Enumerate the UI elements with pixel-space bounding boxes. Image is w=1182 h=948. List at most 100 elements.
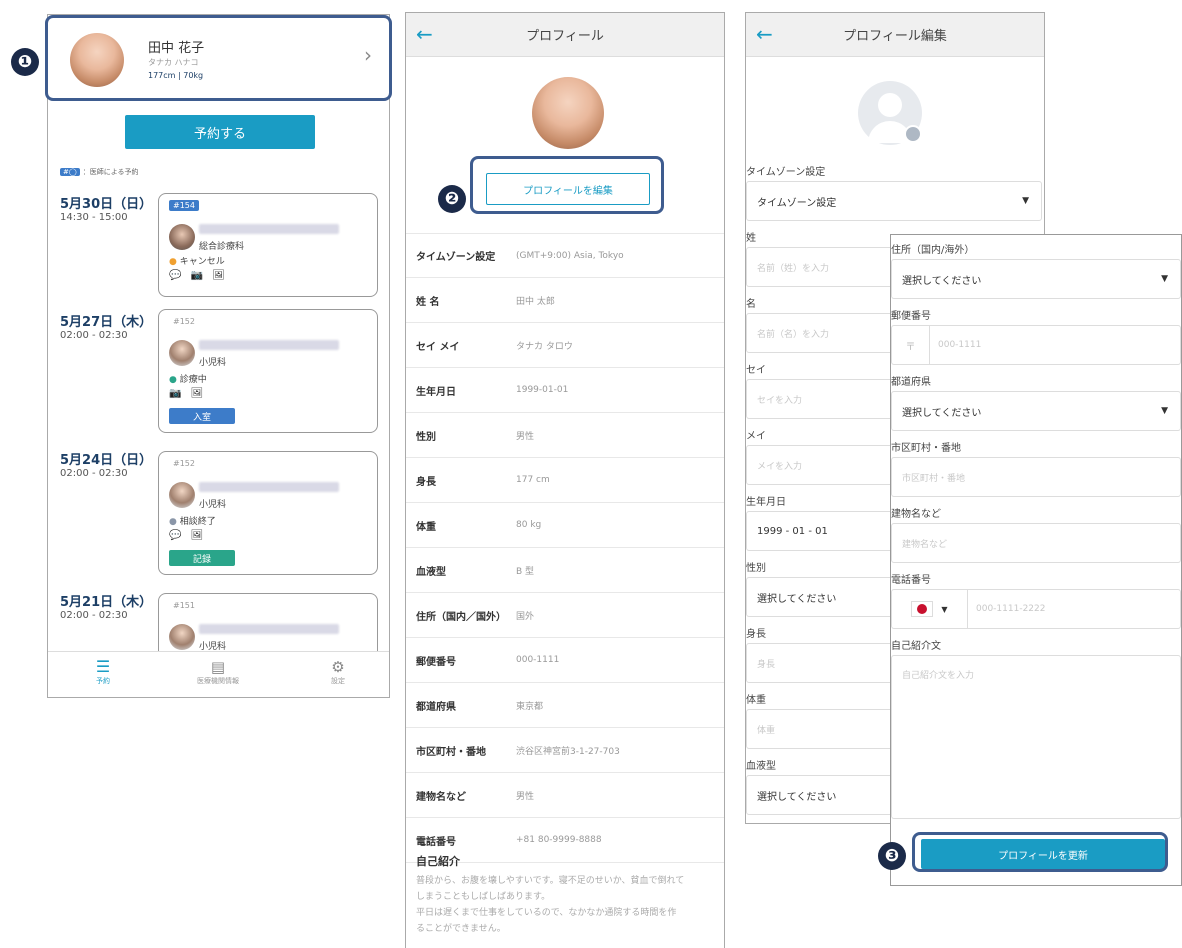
list-icon: ☰: [95, 657, 111, 676]
placeholder: 市区町村・番地: [902, 473, 966, 484]
intro-line: 平日は遅くまで仕事をしているので、なかなか通院する時間を作: [416, 908, 677, 918]
attachment-icons: 💬 📷 🖼: [169, 270, 225, 281]
placeholder: 名前（姓）を入力: [757, 263, 830, 274]
legend-tag: #◯: [60, 168, 80, 176]
detail-value: 男性: [516, 431, 535, 442]
legend-text: ：医師による予約: [82, 168, 139, 176]
detail-label: 体重: [416, 521, 436, 533]
placeholder: 000-1111-2222: [976, 604, 1046, 614]
select-value: 選択してください: [902, 275, 982, 287]
appointment-card[interactable]: #152 小児科 ● 相談終了 💬 🖼 記録: [158, 451, 378, 575]
doctor-id-tag: #154: [169, 200, 199, 211]
detail-row: タイムゾーン設定 (GMT+9:00) Asia, Tokyo: [406, 233, 724, 278]
status-badge: ● 相談終了: [169, 517, 216, 527]
detail-label: セイ メイ: [416, 341, 460, 353]
detail-value: (GMT+9:00) Asia, Tokyo: [516, 250, 624, 261]
city-address-input[interactable]: 市区町村・番地: [891, 457, 1181, 497]
nav-label: 予約: [96, 677, 110, 685]
prefecture-select[interactable]: 選択してください ▼: [891, 391, 1181, 431]
camera-icon: 📷: [169, 388, 182, 399]
placeholder: 000-1111: [938, 340, 982, 350]
detail-value: 177 cm: [516, 475, 550, 485]
doctor-id-tag: #151: [173, 601, 195, 610]
department: 小児科: [199, 500, 227, 510]
doctor-email-blurred: [199, 624, 339, 634]
chat-icon: 💬: [169, 270, 182, 281]
detail-value: B 型: [516, 566, 535, 577]
postal-code-input[interactable]: 〒 000-1111: [891, 325, 1181, 365]
nav-item-settings[interactable]: ⚙ 設定: [303, 658, 373, 686]
detail-row: 住所（国内／国外） 国外: [406, 593, 724, 638]
bottom-nav: ☰ 予約 ▤ 医療機関情報 ⚙ 設定: [48, 651, 389, 697]
building-input[interactable]: 建物名など: [891, 523, 1181, 563]
address-region-select[interactable]: 選択してください ▼: [891, 259, 1181, 299]
field-label: 姓: [746, 233, 756, 244]
dropdown-caret-icon: ▼: [941, 604, 948, 614]
japan-flag-icon: [911, 601, 934, 617]
timezone-select[interactable]: タイムゾーン設定 ▼: [746, 181, 1042, 221]
field-label: 体重: [746, 695, 766, 706]
nav-item-reservations[interactable]: ☰ 予約: [68, 658, 138, 686]
detail-row: 姓 名 田中 太郎: [406, 278, 724, 323]
clipboard-icon: ▤: [210, 658, 226, 676]
header: ← プロフィール: [406, 13, 724, 57]
appointment-card[interactable]: #151 小児科: [158, 593, 378, 653]
detail-label: 建物名など: [416, 791, 466, 803]
dropdown-caret-icon: ▼: [1022, 196, 1029, 206]
avatar-placeholder-icon[interactable]: [858, 81, 922, 145]
detail-value: 国外: [516, 611, 535, 622]
step-marker-2: ❷: [438, 185, 466, 213]
reserve-button[interactable]: 予約する: [125, 115, 315, 149]
select-value: 選択してください: [757, 593, 837, 605]
self-intro-textarea[interactable]: 自己紹介文を入力: [891, 655, 1181, 819]
appointment-time: 02:00 - 02:30: [60, 330, 128, 341]
highlight-box-2: [470, 156, 664, 214]
chat-icon: 💬: [169, 530, 182, 541]
field-label: 身長: [746, 629, 766, 640]
appointment-card[interactable]: #154 総合診療科 ● キャンセル 💬 📷 🖼: [158, 193, 378, 297]
detail-label: 姓 名: [416, 296, 440, 308]
phone-input[interactable]: ▼ 000-1111-2222: [891, 589, 1181, 629]
select-value: 選択してください: [757, 791, 837, 803]
header: ← プロフィール編集: [746, 13, 1044, 57]
intro-label: 自己紹介: [416, 855, 460, 868]
detail-value: 渋谷区神宮前3-1-27-703: [516, 746, 620, 757]
detail-label: 都道府県: [416, 701, 456, 713]
placeholder: メイを入力: [757, 461, 803, 472]
dropdown-caret-icon: ▼: [1161, 406, 1168, 416]
doctor-tag-legend: #◯ ：医師による予約: [60, 167, 139, 177]
camera-badge-icon: [904, 125, 922, 143]
placeholder: 身長: [757, 659, 776, 670]
country-code-select[interactable]: ▼: [892, 590, 968, 628]
detail-row: 都道府県 東京都: [406, 683, 724, 728]
doctor-email-blurred: [199, 482, 339, 492]
field-label: 郵便番号: [891, 311, 931, 322]
appointment-card[interactable]: #152 小児科 ● 診療中 📷 🖼 入室: [158, 309, 378, 433]
field-label: セイ: [746, 365, 766, 376]
field-label: メイ: [746, 431, 766, 442]
enter-room-button[interactable]: 入室: [169, 408, 235, 424]
record-button[interactable]: 記録: [169, 550, 235, 566]
detail-row: 建物名など 男性: [406, 773, 724, 818]
profile-edit-screen-continued: 住所（国内/海外） 選択してください ▼ 郵便番号 〒 000-1111 都道府県…: [890, 234, 1182, 886]
field-label: 住所（国内/海外）: [891, 245, 975, 256]
detail-value: +81 80-9999-8888: [516, 835, 602, 845]
intro-line: ることができません。: [416, 924, 506, 934]
profile-details: タイムゾーン設定 (GMT+9:00) Asia, Tokyo 姓 名田中 太郎 …: [406, 233, 724, 873]
detail-label: 血液型: [416, 566, 446, 578]
detail-label: 住所（国内／国外）: [416, 611, 506, 623]
back-arrow-icon[interactable]: ←: [416, 22, 433, 46]
doctor-avatar: [169, 340, 195, 366]
field-label: 名: [746, 299, 756, 310]
intro-text: 普段から、お腹を壊しやすいです。寝不足のせいか、貧血で倒れて しまうこともしばし…: [416, 873, 684, 937]
detail-label: 性別: [416, 431, 436, 443]
nav-item-clinic-info[interactable]: ▤ 医療機関情報: [183, 658, 253, 686]
appointment-date: 5月24日（日）: [60, 453, 153, 468]
field-label: 性別: [746, 563, 766, 574]
field-label: 血液型: [746, 761, 776, 772]
highlight-box-1: [45, 15, 392, 101]
doctor-email-blurred: [199, 224, 339, 234]
placeholder: 建物名など: [902, 539, 948, 550]
back-arrow-icon[interactable]: ←: [756, 22, 773, 46]
detail-value: 東京都: [516, 701, 544, 712]
